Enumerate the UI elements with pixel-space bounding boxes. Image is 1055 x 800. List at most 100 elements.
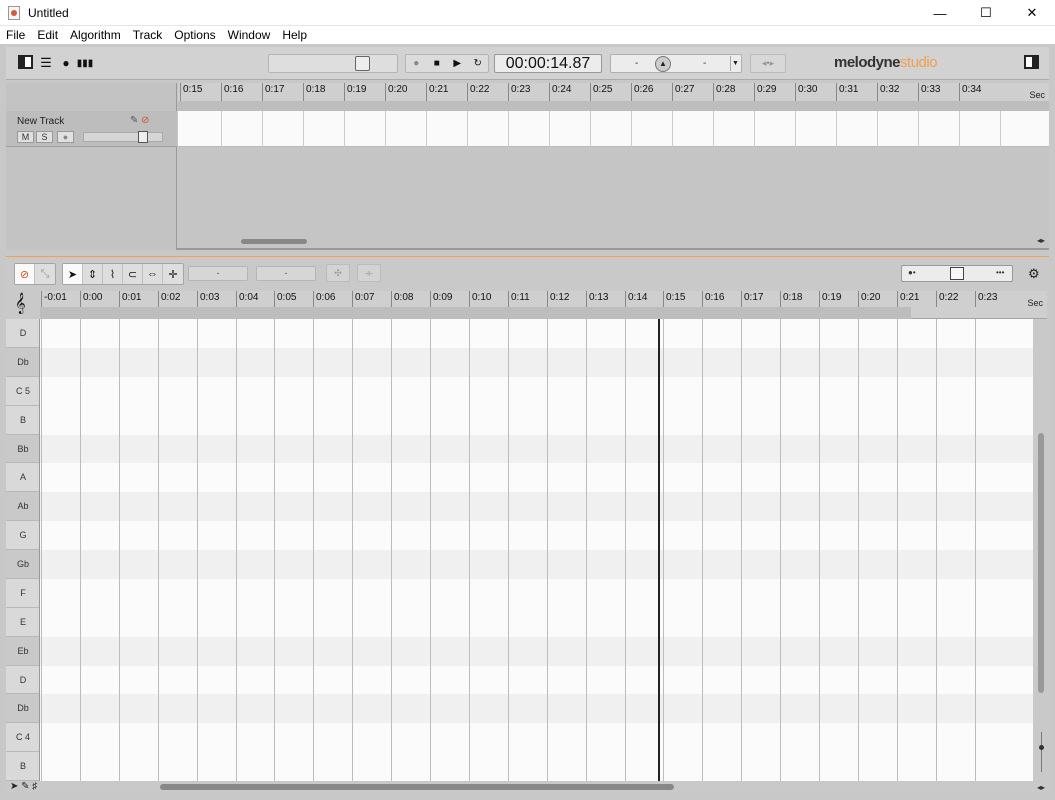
pitch-key[interactable]: B [6, 752, 39, 781]
editor-horizontal-scrollbar[interactable] [160, 784, 674, 790]
loop-icon[interactable]: ↻ [468, 55, 489, 72]
pitch-lane [40, 434, 1033, 464]
sync-icon[interactable]: ◂•▸ [750, 54, 786, 73]
arrange-horizontal-scrollbar[interactable] [241, 239, 307, 244]
tempo-field[interactable]: - ▲ - ▼ [610, 54, 742, 73]
pitch-lane [40, 492, 1033, 522]
gear-icon[interactable]: ⚙ [1028, 266, 1040, 282]
vertical-zoom-slider[interactable] [1037, 722, 1047, 782]
editor-ruler-subbar[interactable] [40, 307, 911, 319]
stop-icon[interactable]: ■ [427, 55, 448, 72]
pitch-key[interactable]: Ab [6, 492, 39, 522]
pitch-key[interactable]: D [6, 319, 39, 348]
minimize-button[interactable]: — [917, 0, 963, 26]
track-list-icon[interactable]: ☰ [37, 54, 55, 72]
quantize-time-icon[interactable]: ⟛ [357, 264, 381, 282]
grid-line [702, 319, 703, 781]
pitch-key[interactable]: Db [6, 347, 39, 377]
pitch-key[interactable]: Eb [6, 636, 39, 666]
solo-button[interactable]: S [36, 131, 53, 143]
editor-resize-corner-icon[interactable]: ◂▸ [1036, 783, 1046, 793]
pitch-lane [40, 608, 1033, 637]
record-enable-icon[interactable]: ⊘ [141, 115, 149, 126]
formant-tool-icon[interactable]: ⌇ [103, 264, 123, 284]
waveform-small-icon[interactable]: ♯ [32, 781, 37, 792]
menu-algorithm[interactable]: Algorithm [64, 28, 127, 42]
menu-file[interactable]: File [0, 28, 31, 42]
pitch-key[interactable]: C 5 [6, 377, 39, 406]
play-icon[interactable]: ▶ [447, 55, 468, 72]
time-unit-selector[interactable]: Sec [1029, 90, 1045, 100]
mute-button[interactable]: M [17, 131, 34, 143]
arrange-ruler[interactable]: 0:15 0:16 0:17 0:18 0:19 0:20 0:21 0:22 0:23 0:24… [178, 83, 1049, 111]
pitch-key[interactable]: E [6, 608, 39, 637]
record-icon[interactable]: ● [406, 55, 427, 72]
volume-knob[interactable] [138, 131, 148, 143]
menu-track[interactable]: Track [127, 28, 169, 42]
track-row[interactable]: New Track ✎ ⊘ M S ● [6, 111, 177, 147]
pencil-small-icon[interactable]: ✎ [21, 781, 29, 792]
editor-time-unit-selector[interactable]: Sec [1027, 298, 1043, 308]
menu-help[interactable]: Help [276, 28, 313, 42]
editor-ruler[interactable]: -0:01 0:00 0:01 0:02 0:03 0:04 0:05 0:06 0:07 0:0… [40, 291, 1047, 319]
separation-tool-icon[interactable]: ✛ [163, 264, 183, 284]
zoom-handle[interactable] [950, 267, 964, 280]
arrange-ruler-subbar[interactable] [178, 101, 1049, 111]
position-slider[interactable] [268, 54, 398, 73]
ruler-tick: 0:22 [467, 83, 489, 101]
level-meter-icon[interactable]: ▮▮▮ [76, 54, 94, 72]
blob-view-icon[interactable]: ⊘ [15, 264, 35, 284]
pitch-key[interactable]: B [6, 406, 39, 435]
pointer-tool-icon[interactable]: ➤ [63, 264, 83, 284]
zoom-out-icon[interactable]: ●• [908, 268, 916, 277]
chevron-down-icon[interactable]: ▼ [730, 56, 740, 71]
resize-corner-icon[interactable]: ◂▸ [1036, 236, 1046, 246]
clef-icon[interactable]: 𝄞 [15, 293, 39, 320]
menu-options[interactable]: Options [168, 28, 221, 42]
maximize-button[interactable]: ☐ [963, 0, 1009, 26]
pitch-key[interactable]: Bb [6, 434, 39, 464]
grid-line [391, 319, 392, 781]
menu-window[interactable]: Window [222, 28, 277, 42]
grid-line [80, 319, 81, 781]
ruler-tick: 0:18 [303, 83, 325, 101]
left-panel-toggle-icon[interactable] [18, 55, 33, 69]
arm-icon[interactable]: ● [57, 131, 74, 143]
zoom-control[interactable]: ●• ••• [901, 265, 1013, 282]
edit-icon[interactable]: ✎ [130, 115, 138, 126]
vertical-scroll-thumb[interactable] [1038, 433, 1044, 693]
pitch-ruler[interactable]: D Db C 5 B Bb A Ab G Gb F E Eb D Db C 4B [6, 319, 40, 781]
pitch-key[interactable]: D [6, 666, 39, 695]
pitch-curve-icon[interactable]: ⤡ [35, 264, 55, 284]
cent-field[interactable]: - [256, 266, 316, 281]
pitch-key[interactable]: Db [6, 694, 39, 724]
pitch-key[interactable]: Gb [6, 550, 39, 579]
track-lane[interactable] [178, 111, 1049, 147]
pitch-field[interactable]: - [188, 266, 248, 281]
editor-ruler-tick: 0:01 [119, 291, 141, 307]
ruler-tick: 0:26 [631, 83, 653, 101]
menu-edit[interactable]: Edit [31, 28, 64, 42]
time-tool-icon[interactable]: ⇔ [143, 264, 163, 284]
amplitude-tool-icon[interactable]: ⊂ [123, 264, 143, 284]
right-panel-toggle-icon[interactable] [1024, 55, 1039, 69]
time-display: 00:00:14.87 [494, 54, 602, 73]
pitch-key[interactable]: A [6, 463, 39, 493]
pitch-key[interactable]: G [6, 521, 39, 550]
position-slider-thumb[interactable] [355, 56, 370, 71]
playhead[interactable] [658, 319, 660, 781]
pitch-key[interactable]: C 4 [6, 723, 39, 753]
close-button[interactable]: ✕ [1009, 0, 1055, 26]
pointer-small-icon[interactable]: ➤ [10, 781, 18, 792]
correct-pitch-icon[interactable]: ✣ [326, 264, 350, 282]
blobs-view-icon[interactable]: ● [57, 54, 75, 72]
track-name[interactable]: New Track [17, 116, 64, 127]
zoom-in-icon[interactable]: ••• [996, 268, 1004, 277]
volume-slider[interactable] [83, 131, 163, 143]
pitch-tool-icon[interactable]: ⇕ [83, 264, 103, 284]
pitch-key[interactable]: F [6, 579, 39, 608]
metronome-icon[interactable]: ▲ [655, 56, 671, 72]
note-grid[interactable] [40, 319, 1033, 781]
editor-vertical-scrollbar[interactable] [1037, 319, 1047, 719]
vertical-zoom-thumb[interactable] [1039, 745, 1044, 750]
